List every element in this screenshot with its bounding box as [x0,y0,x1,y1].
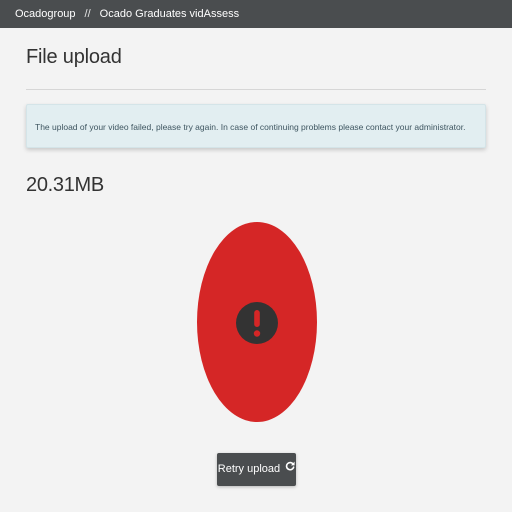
breadcrumb-separator: // [84,8,91,20]
refresh-icon [285,452,295,485]
upload-error-indicator [197,222,317,422]
file-size-label: 20.31MB [26,174,104,196]
exclamation-circle-icon [236,302,278,344]
upload-failed-alert: The upload of your video failed, please … [26,104,486,148]
page-title: File upload [26,46,122,68]
breadcrumb-item-vidassess[interactable]: Ocado Graduates vidAssess [100,8,239,20]
retry-upload-label: Retry upload [217,463,281,475]
alert-message: The upload of your video failed, please … [35,122,466,132]
top-navigation-bar: Ocadogroup // Ocado Graduates vidAssess [0,0,512,28]
breadcrumb-item-ocadogroup[interactable]: Ocadogroup [15,8,76,20]
title-divider [26,89,486,90]
retry-upload-button[interactable]: Retry upload [217,453,296,486]
